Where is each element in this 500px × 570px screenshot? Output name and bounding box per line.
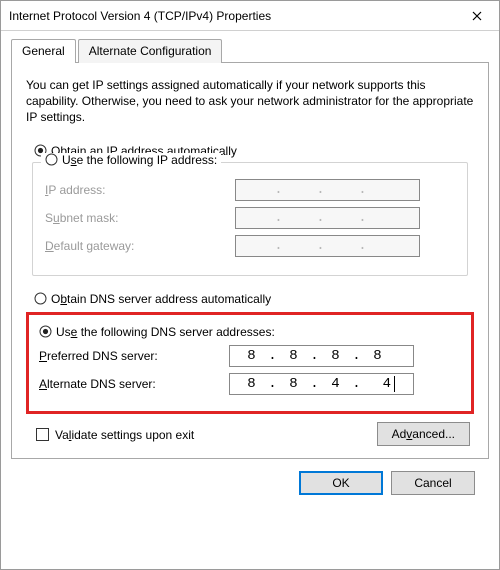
- input-alternate-dns[interactable]: 8.8.4.4: [229, 373, 414, 395]
- tab-general[interactable]: General: [11, 39, 76, 63]
- input-preferred-dns[interactable]: 8.8.8.8: [229, 345, 414, 367]
- radio-dns-manual-label: Use the following DNS server addresses:: [56, 325, 275, 339]
- radio-ip-manual[interactable]: [45, 153, 58, 166]
- radio-dns-manual[interactable]: Use the following DNS server addresses:: [39, 325, 461, 339]
- label-subnet-mask: Subnet mask:: [45, 211, 235, 225]
- window-title: Internet Protocol Version 4 (TCP/IPv4) P…: [9, 9, 455, 23]
- titlebar: Internet Protocol Version 4 (TCP/IPv4) P…: [1, 1, 499, 31]
- input-subnet-mask: ...: [235, 207, 420, 229]
- label-preferred-dns: Preferred DNS server:: [39, 349, 229, 363]
- text-caret: [394, 376, 395, 392]
- radio-dns-auto-label: Obtain DNS server address automatically: [51, 292, 271, 306]
- radio-ip-manual-label: Use the following IP address:: [62, 153, 217, 167]
- dialog-window: Internet Protocol Version 4 (TCP/IPv4) P…: [0, 0, 500, 570]
- input-ip-address: ...: [235, 179, 420, 201]
- highlight-dns-section: Use the following DNS server addresses: …: [26, 312, 474, 414]
- tab-strip: General Alternate Configuration: [11, 39, 489, 63]
- tab-alternate[interactable]: Alternate Configuration: [78, 39, 223, 63]
- group-ip-manual: Use the following IP address: IP address…: [32, 162, 468, 276]
- close-button[interactable]: [455, 1, 499, 31]
- tab-panel-general: You can get IP settings assigned automat…: [11, 62, 489, 459]
- ok-button[interactable]: OK: [299, 471, 383, 495]
- radio-unselected-icon: [45, 153, 58, 166]
- radio-unselected-icon: [34, 292, 47, 305]
- input-default-gateway: ...: [235, 235, 420, 257]
- label-default-gateway: Default gateway:: [45, 239, 235, 253]
- cancel-button[interactable]: Cancel: [391, 471, 475, 495]
- radio-selected-icon: [39, 325, 52, 338]
- radio-dns-auto[interactable]: Obtain DNS server address automatically: [34, 292, 474, 306]
- advanced-button[interactable]: Advanced...: [377, 422, 470, 446]
- label-alternate-dns: Alternate DNS server:: [39, 377, 229, 391]
- close-icon: [472, 11, 482, 21]
- intro-text: You can get IP settings assigned automat…: [26, 77, 474, 126]
- dialog-footer: OK Cancel: [11, 459, 489, 495]
- label-ip-address: IP address:: [45, 183, 235, 197]
- content-area: General Alternate Configuration You can …: [1, 31, 499, 569]
